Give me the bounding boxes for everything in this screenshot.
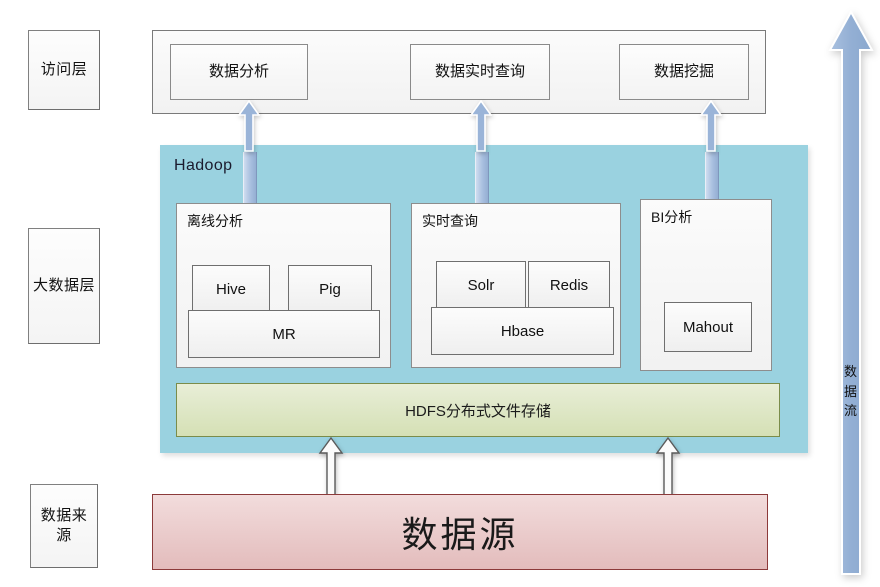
hdfs-storage-bar[interactable]: HDFS分布式文件存储: [176, 383, 780, 437]
layer-label-access: 访问层: [28, 30, 100, 110]
hdfs-storage-label: HDFS分布式文件存储: [405, 402, 551, 420]
component-hbase-label: Hbase: [500, 322, 545, 340]
component-pig-label: Pig: [319, 280, 341, 298]
data-flow-label: 数据流: [843, 364, 858, 418]
arrow-up-to-realtime-query: [470, 100, 492, 152]
component-hive-label: Hive: [215, 280, 246, 298]
layer-label-source: 数据来源: [30, 484, 98, 568]
component-mr[interactable]: MR: [188, 310, 380, 358]
component-redis[interactable]: Redis: [528, 261, 610, 309]
connector-stub-bi: [705, 152, 719, 200]
component-hbase[interactable]: Hbase: [431, 307, 614, 355]
module-offline-analysis-title: 离线分析: [187, 213, 243, 229]
component-solr[interactable]: Solr: [436, 261, 526, 309]
component-pig[interactable]: Pig: [288, 265, 372, 313]
arrow-up-source-to-hdfs-right: [655, 437, 681, 499]
connector-stub-offline: [243, 152, 257, 204]
layer-label-source-text: 数据来源: [40, 506, 88, 544]
arrow-up-to-data-analysis: [238, 100, 260, 152]
data-source-label: 数据源: [401, 514, 519, 555]
hadoop-title: Hadoop: [174, 157, 233, 174]
access-card-data-mining[interactable]: 数据挖掘: [619, 44, 749, 100]
layer-label-bigdata-text: 大数据层: [32, 276, 95, 294]
access-card-data-analysis-label: 数据分析: [208, 62, 269, 80]
layer-label-access-text: 访问层: [40, 60, 88, 78]
layer-label-bigdata: 大数据层: [28, 228, 100, 344]
data-source-bar[interactable]: 数据源: [152, 494, 768, 570]
component-solr-label: Solr: [467, 276, 495, 294]
component-hive[interactable]: Hive: [192, 265, 270, 313]
component-redis-label: Redis: [549, 276, 589, 294]
component-mahout[interactable]: Mahout: [664, 302, 752, 352]
access-card-realtime-query-label: 数据实时查询: [434, 62, 525, 80]
arrow-up-source-to-hdfs-left: [318, 437, 344, 499]
component-mahout-label: Mahout: [682, 318, 734, 336]
connector-stub-realtime: [475, 152, 489, 204]
access-card-data-analysis[interactable]: 数据分析: [170, 44, 308, 100]
arrow-up-to-data-mining: [700, 100, 722, 152]
component-mr-label: MR: [272, 325, 296, 343]
module-realtime-query-title: 实时查询: [422, 213, 478, 229]
access-card-data-mining-label: 数据挖掘: [653, 62, 714, 80]
data-flow-arrow: [828, 8, 874, 578]
access-card-realtime-query[interactable]: 数据实时查询: [410, 44, 550, 100]
module-bi-analysis-title: BI分析: [651, 209, 693, 225]
